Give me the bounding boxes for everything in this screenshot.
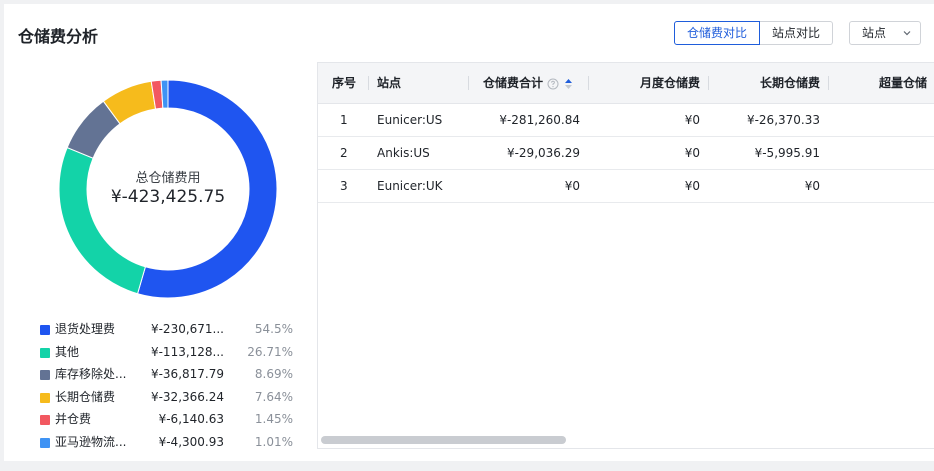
segment-site-compare[interactable]: 站点对比	[760, 21, 833, 45]
legend-item[interactable]: 其他 ¥-113,128... 26.71%	[40, 341, 302, 364]
legend-swatch	[40, 347, 50, 358]
legend-name: 库存移除处...	[55, 367, 127, 382]
legend-item[interactable]: 亚马逊物流... ¥-4,300.93 1.01%	[40, 431, 302, 454]
cell-total: ¥-281,260.84	[499, 113, 580, 127]
legend-percent: 1.01%	[254, 434, 293, 449]
legend-percent: 7.64%	[254, 389, 293, 404]
legend-percent: 26.71%	[247, 344, 293, 359]
scrollbar-thumb[interactable]	[321, 436, 566, 444]
sort-caret-icon[interactable]	[564, 78, 573, 90]
cell-long-term: ¥0	[804, 179, 820, 193]
cell-monthly: ¥0	[684, 146, 700, 160]
col-excess: 超量仓储	[879, 76, 928, 90]
col-monthly: 月度仓储费	[639, 76, 700, 90]
legend-value: ¥-4,300.93	[158, 434, 224, 449]
site-select-value: 站点	[862, 26, 887, 40]
table-row[interactable]: 1 Eunicer:US ¥-281,260.84 ¥0 ¥-26,370.33	[318, 104, 934, 137]
legend-name: 长期仓储费	[55, 389, 116, 404]
col-total-header[interactable]: 仓储费合计	[483, 63, 573, 103]
donut-chart	[58, 79, 278, 299]
legend-name: 退货处理费	[55, 322, 116, 336]
segment-storage-compare[interactable]: 仓储费对比	[674, 21, 760, 45]
legend-swatch	[40, 370, 50, 381]
cell-site: Ankis:US	[377, 146, 430, 160]
cell-index: 2	[340, 146, 348, 160]
legend-name: 亚马逊物流...	[55, 434, 127, 449]
cell-monthly: ¥0	[684, 179, 700, 193]
col-total: 仓储费合计	[483, 76, 544, 90]
horizontal-scrollbar[interactable]	[321, 436, 934, 444]
table-row[interactable]: 2 Ankis:US ¥-29,036.29 ¥0 ¥-5,995.91	[318, 137, 934, 170]
legend-value: ¥-230,671...	[150, 322, 224, 336]
legend-swatch	[40, 392, 50, 403]
col-long-term: 长期仓储费	[759, 76, 820, 90]
legend-name: 并仓费	[55, 412, 92, 427]
donut-slice[interactable]	[58, 146, 147, 295]
cell-monthly: ¥0	[684, 113, 700, 127]
cell-total: ¥-29,036.29	[506, 146, 580, 160]
chevron-down-icon	[903, 31, 911, 36]
cell-site: Eunicer:US	[377, 113, 443, 127]
chart-legend: 退货处理费 ¥-230,671... 54.5% 其他 ¥-113,128... 26.7…	[40, 318, 302, 454]
col-divider	[828, 76, 829, 90]
legend-item[interactable]: 长期仓储费 ¥-32,366.24 7.64%	[40, 386, 302, 409]
legend-name: 其他	[55, 344, 80, 359]
legend-value: ¥-6,140.63	[158, 412, 224, 427]
storage-fee-panel: 仓储费分析 仓储费对比 站点对比 站点 总仓储费用 ¥-423,425.75 退…	[4, 4, 934, 461]
help-circle-icon[interactable]	[547, 78, 559, 90]
col-divider	[368, 76, 369, 90]
site-select[interactable]: 站点	[849, 21, 921, 45]
legend-swatch	[40, 415, 50, 426]
donut-slice[interactable]	[160, 79, 169, 109]
legend-item[interactable]: 库存移除处... ¥-36,817.79 8.69%	[40, 363, 302, 386]
col-site: 站点	[377, 76, 402, 90]
table-header: 序号 站点 仓储费合计 月度仓储费 长期仓储费 超量仓储	[318, 63, 934, 104]
legend-value: ¥-36,817.79	[150, 367, 224, 382]
donut-slice[interactable]	[136, 79, 278, 299]
cell-long-term: ¥-26,370.33	[746, 113, 820, 127]
legend-item[interactable]: 并仓费 ¥-6,140.63 1.45%	[40, 408, 302, 431]
cell-site: Eunicer:UK	[377, 179, 443, 193]
table-row[interactable]: 3 Eunicer:UK ¥0 ¥0 ¥0	[318, 170, 934, 203]
site-table: 序号 站点 仓储费合计 月度仓储费 长期仓储费 超量仓储 1 Eunicer:U…	[317, 62, 934, 449]
legend-item[interactable]: 退货处理费 ¥-230,671... 54.5%	[40, 318, 302, 341]
col-divider	[468, 76, 469, 90]
legend-value: ¥-113,128...	[150, 344, 224, 359]
cell-index: 3	[340, 179, 348, 193]
legend-percent: 8.69%	[254, 367, 293, 382]
legend-swatch	[40, 325, 50, 335]
page-title: 仓储费分析	[18, 27, 99, 46]
legend-value: ¥-32,366.24	[150, 389, 224, 404]
legend-percent: 54.5%	[254, 322, 293, 336]
legend-percent: 1.45%	[254, 412, 293, 427]
view-toggle: 仓储费对比 站点对比	[674, 21, 833, 45]
col-index: 序号	[332, 76, 357, 90]
cell-long-term: ¥-5,995.91	[754, 146, 820, 160]
cell-index: 1	[340, 113, 348, 127]
cell-total: ¥0	[564, 179, 580, 193]
legend-swatch	[40, 437, 50, 448]
